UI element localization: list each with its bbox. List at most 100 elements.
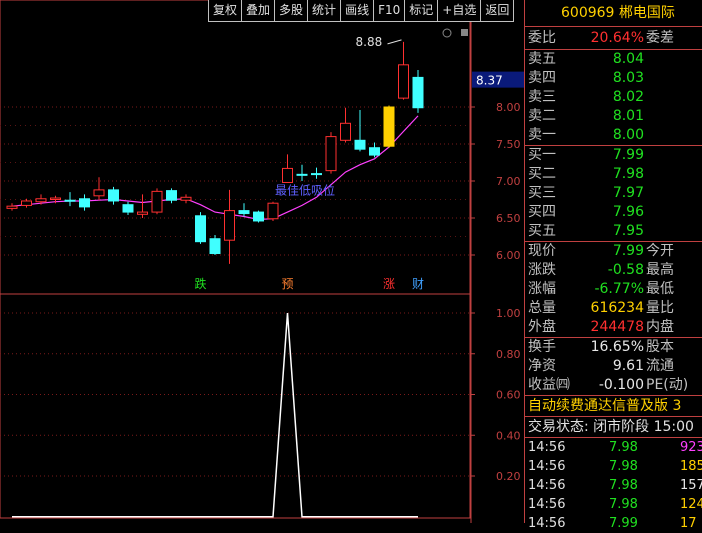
candle-body-up [267,202,279,220]
tick-price: 7.98 [609,459,638,474]
signal-marker: 涨 [383,276,395,291]
tick-price: 7.98 [609,497,638,512]
extra-row-0: 换手 16.65% 股本 [525,338,702,357]
price-axis-label: 7.50 [496,138,521,151]
buy-level-1-label: 买一 [528,147,556,163]
indicator-axis-label: 1.00 [496,307,521,320]
toolbar-button-0[interactable]: 复权 [208,0,243,22]
indicator-axis-label: 0.80 [496,348,521,361]
candle-body-down [253,211,264,222]
quote-row-1-label: 涨跌 [528,262,556,278]
candle-body-down [369,147,380,156]
sell-level-5-label: 卖一 [528,127,556,143]
sell-orders: 卖五 8.04 卖四 8.03 卖三 8.02 卖二 8.01 卖一 8.00 [525,50,702,146]
candle-body-up [21,200,32,206]
tick-time: 14:56 [528,516,566,531]
quote-row-2-label: 涨幅 [528,281,556,297]
stock-title: 600969 郴电国际 [525,0,702,27]
quote-row-3: 总量 616234 量比 [525,299,702,318]
toolbar-button-5[interactable]: F10 [373,0,406,22]
candle-body-up [151,190,163,213]
weibi-label: 委比 [528,30,556,46]
sell-level-1-label: 卖五 [528,51,556,67]
candle-body-up [398,64,409,99]
buy-level-3-label: 买三 [528,185,556,201]
sell-level-4: 卖二 8.01 [525,107,702,126]
tick-price: 7.98 [609,440,638,455]
current-price-label: 8.37 [476,74,503,88]
candle-body-down [412,76,424,109]
quote-row-2-value: -6.77% [594,281,644,297]
tick-volume: 923 [680,440,702,455]
sell-level-2: 卖四 8.03 [525,69,702,88]
signal-marker: 预 [281,277,293,291]
candle-body-down [209,238,221,255]
high-price-label: 8.88 [356,35,383,49]
buy-level-4-label: 买四 [528,204,556,220]
weicha-label: 委差 [646,30,674,46]
sell-level-4-label: 卖二 [528,108,556,124]
toolbar-button-2[interactable]: 多股 [274,0,309,22]
extra-row-0-label: 换手 [528,339,556,355]
signal-marker: 财 [412,277,424,291]
trade-state: 交易状态: 闭市阶段 15:00 [525,417,702,438]
candle-body-down [166,190,177,201]
quote-row-4-label2: 内盘 [646,319,674,335]
indicator-axis-label: 0.60 [496,389,521,402]
toolbar-button-3[interactable]: 统计 [307,0,342,22]
quote-row-4: 外盘 244478 内盘 [525,318,702,337]
fundamental-stats: 换手 16.65% 股本 净资 9.61 流通 收益㈣ -0.100 PE(动) [525,338,702,396]
tick-volume: 124 [680,497,702,512]
sell-level-4-value: 8.01 [612,108,644,124]
tick-list[interactable]: 14:56 7.98 923 14:56 7.98 185 14:56 7.98 157 14:5… [525,438,702,533]
candle-body-up [6,205,18,209]
candle-body-down [238,210,250,215]
quote-row-3-label: 总量 [528,300,556,316]
candle-body-down [108,189,119,202]
toolbar-button-7[interactable]: +自选 [437,0,482,22]
sell-level-3-value: 8.02 [612,89,644,105]
candle-body-down [79,198,90,208]
square-marker [461,29,468,36]
price-axis-label: 6.00 [496,249,521,262]
candle-body-highlight [383,106,395,147]
quote-row-4-value: 244478 [590,319,644,335]
candle-body-up [180,196,192,201]
tick-row: 14:56 7.98 185 [525,457,702,476]
candle-body-down [64,199,76,202]
toolbar-button-6[interactable]: 标记 [404,0,439,22]
price-axis-label: 6.50 [496,212,521,225]
tick-time: 14:56 [528,497,566,512]
buy-level-2-value: 7.98 [612,166,644,182]
extra-row-0-label2: 股本 [646,339,674,355]
buy-level-5-label: 买五 [528,223,556,239]
toolbar-button-1[interactable]: 叠加 [241,0,276,22]
tick-row: 14:56 7.98 923 [525,438,702,457]
quote-row-2-label2: 最低 [646,281,674,297]
buy-level-3: 买三 7.97 [525,184,702,203]
kline-chart-area[interactable]: 8.00 7.50 7.00 6.50 6.00 1.00 0.80 0.60 0.40 0.20… [0,0,524,523]
ma-line [11,115,419,221]
tick-volume: 17 [680,516,697,531]
indicator-line [12,312,418,518]
quote-row-2: 涨幅 -6.77% 最低 [525,280,702,299]
quote-row-1-value: -0.58 [607,262,644,278]
stock-code: 600969 [561,5,615,21]
buy-level-2: 买二 7.98 [525,165,702,184]
tick-price: 7.98 [609,478,638,493]
promo-marquee[interactable]: 自动续费通达信普及版 3 [525,396,702,417]
quote-row-0-value: 7.99 [612,243,644,259]
extra-row-1-label2: 流通 [646,358,674,374]
candle-body-up [340,122,351,141]
candle-body-up [325,136,337,172]
kline-svg[interactable]: 8.00 7.50 7.00 6.50 6.00 1.00 0.80 0.60 0.40 0.20… [0,0,524,523]
extra-row-0-value: 16.65% [590,339,644,355]
buy-level-4: 买四 7.96 [525,203,702,222]
sell-level-3-label: 卖三 [528,89,556,105]
toolbar-button-8[interactable]: 返回 [480,0,515,22]
toolbar-button-4[interactable]: 画线 [340,0,375,22]
price-axis-label: 7.00 [496,175,521,188]
sell-level-1-value: 8.04 [612,51,644,67]
sell-level-1: 卖五 8.04 [525,50,702,69]
quote-row-1: 涨跌 -0.58 最高 [525,261,702,280]
